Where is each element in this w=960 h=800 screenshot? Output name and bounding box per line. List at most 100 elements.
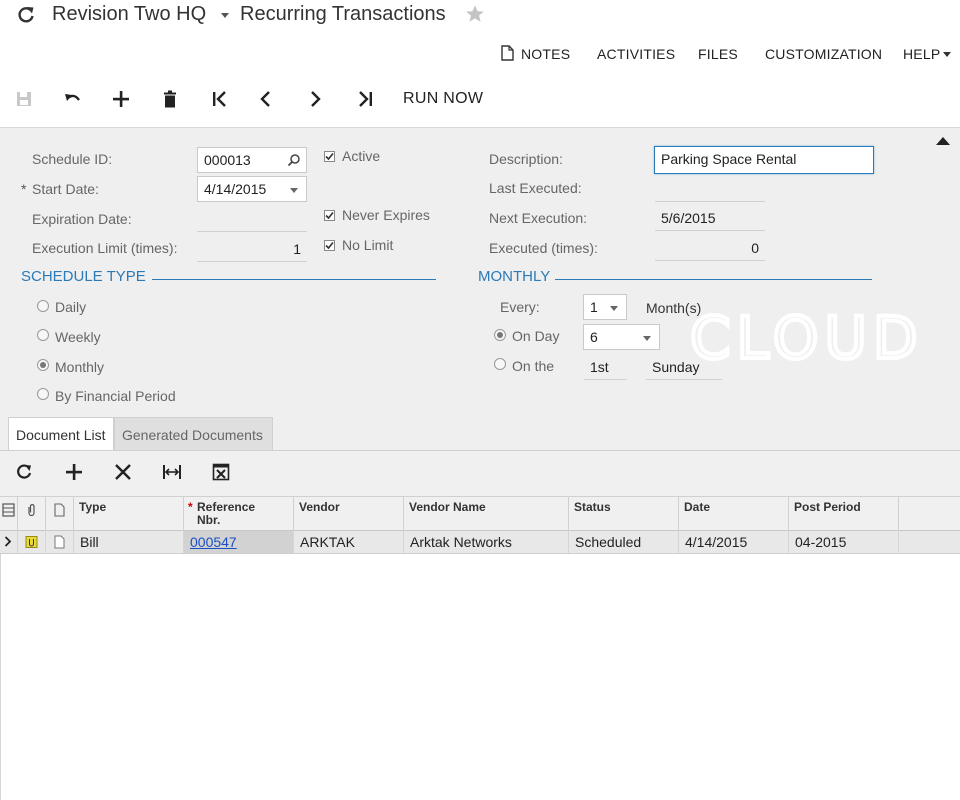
col-vendor-name[interactable]: Vendor Name (404, 497, 569, 531)
last-record-icon[interactable] (352, 86, 378, 112)
start-date-value: 4/14/2015 (204, 181, 267, 197)
daily-radio[interactable] (37, 300, 49, 312)
cell-post-period: 04-2015 (789, 531, 899, 553)
cell-status: Scheduled (569, 531, 679, 553)
on-day-dropdown-icon[interactable] (643, 336, 651, 341)
start-date-dropdown-icon[interactable] (290, 188, 298, 193)
execution-limit-label: Execution Limit (times): (32, 240, 178, 256)
activities-menu[interactable]: ACTIVITIES (597, 46, 675, 62)
notes-menu[interactable]: NOTES (521, 46, 570, 62)
col-date[interactable]: Date (679, 497, 789, 531)
columns-config-icon[interactable] (2, 503, 15, 517)
add-icon[interactable] (108, 86, 134, 112)
start-date-label: Start Date: (32, 181, 99, 197)
on-the-label: On the (512, 358, 555, 374)
cell-reference-nbr[interactable]: 000547 (184, 531, 294, 553)
cell-type: Bill (74, 531, 184, 553)
row-note-icon[interactable] (54, 535, 65, 549)
description-label: Description: (489, 151, 563, 167)
undo-icon[interactable] (60, 86, 86, 112)
every-dropdown-icon[interactable] (610, 306, 618, 311)
grid-add-icon[interactable] (61, 459, 87, 485)
delete-icon[interactable] (157, 86, 183, 112)
fit-columns-icon[interactable] (159, 459, 185, 485)
cell-date: 4/14/2015 (679, 531, 789, 553)
monthly-title: MONTHLY (478, 268, 551, 285)
col-status[interactable]: Status (569, 497, 679, 531)
tab-generated-documents[interactable]: Generated Documents (114, 417, 273, 450)
execution-limit-field[interactable]: 1 (197, 236, 307, 262)
col-type[interactable]: Type (74, 497, 184, 531)
schedule-id-value: 000013 (204, 152, 251, 168)
table-row[interactable]: Bill 000547 ARKTAK Arktak Networks Sched… (0, 531, 960, 554)
schedule-id-label: Schedule ID: (32, 151, 113, 167)
page-title: Recurring Transactions (240, 3, 446, 25)
company-dropdown-icon[interactable] (221, 13, 229, 18)
paperclip-icon (26, 503, 37, 517)
watermark-logo: CLOUD (688, 302, 920, 383)
active-checkbox[interactable] (324, 151, 335, 162)
schedule-type-title: SCHEDULE TYPE (21, 268, 146, 285)
col-post-period[interactable]: Post Period (789, 497, 899, 531)
description-field[interactable]: Parking Space Rental (654, 146, 874, 174)
on-day-radio[interactable] (494, 329, 506, 341)
grid-toolbar (0, 450, 960, 496)
no-limit-checkbox[interactable] (324, 240, 335, 251)
on-day-label: On Day (512, 328, 560, 344)
star-icon[interactable] (465, 4, 485, 24)
row-attachment-cell[interactable] (18, 531, 46, 553)
grid-header: Type * Reference Nbr. Vendor Vendor Name… (0, 496, 960, 531)
tab-document-list[interactable]: Document List (8, 417, 114, 450)
on-day-value: 6 (590, 329, 598, 345)
attachment-icon[interactable] (25, 535, 38, 549)
row-selector-header[interactable] (0, 497, 18, 531)
row-note-cell[interactable] (46, 531, 74, 553)
search-icon[interactable] (287, 153, 301, 167)
help-menu[interactable]: HELP (903, 46, 940, 62)
refresh-icon[interactable] (16, 5, 36, 25)
chevron-right-icon (4, 536, 13, 547)
active-label: Active (342, 148, 381, 164)
run-now-button[interactable]: RUN NOW (403, 90, 483, 108)
row-selector[interactable] (0, 531, 18, 553)
never-expires-checkbox[interactable] (324, 210, 335, 221)
last-executed-label: Last Executed: (489, 180, 582, 196)
next-execution-label: Next Execution: (489, 210, 588, 226)
monthly-radio[interactable] (37, 359, 49, 371)
required-asterisk: * (188, 500, 193, 514)
required-marker: * (21, 181, 27, 197)
col-reference-nbr-label: Reference Nbr. (197, 500, 256, 527)
on-the-ordinal-field[interactable]: 1st (584, 354, 627, 380)
on-the-radio[interactable] (494, 358, 506, 370)
collapse-icon[interactable] (936, 137, 950, 145)
col-vendor[interactable]: Vendor (294, 497, 404, 531)
daily-label: Daily (55, 299, 87, 315)
save-icon[interactable] (11, 86, 37, 112)
notes-icon[interactable] (501, 45, 514, 61)
by-financial-period-radio[interactable] (37, 388, 49, 400)
weekly-label: Weekly (55, 329, 101, 345)
help-dropdown-icon[interactable] (943, 52, 951, 57)
files-menu[interactable]: FILES (698, 46, 738, 62)
expiration-date-label: Expiration Date: (32, 211, 132, 227)
schedule-type-divider (152, 279, 436, 280)
col-reference-nbr[interactable]: * Reference Nbr. (184, 497, 294, 531)
last-executed-field (655, 176, 765, 202)
reference-nbr-link[interactable]: 000547 (190, 534, 237, 550)
grid-delete-icon[interactable] (110, 459, 136, 485)
expiration-date-field[interactable] (197, 206, 307, 232)
every-select[interactable]: 1 (583, 294, 627, 320)
svg-text:CLOUD: CLOUD (690, 308, 920, 372)
customization-menu[interactable]: CUSTOMIZATION (765, 46, 882, 62)
first-record-icon[interactable] (207, 86, 233, 112)
next-record-icon[interactable] (302, 86, 328, 112)
previous-record-icon[interactable] (253, 86, 279, 112)
company-title[interactable]: Revision Two HQ (52, 3, 206, 26)
attachment-header (18, 497, 46, 531)
monthly-label: Monthly (55, 359, 105, 375)
executed-times-field: 0 (655, 235, 765, 261)
weekly-radio[interactable] (37, 329, 49, 341)
note-header (46, 497, 74, 531)
grid-refresh-icon[interactable] (11, 459, 37, 485)
export-excel-icon[interactable] (208, 459, 234, 485)
